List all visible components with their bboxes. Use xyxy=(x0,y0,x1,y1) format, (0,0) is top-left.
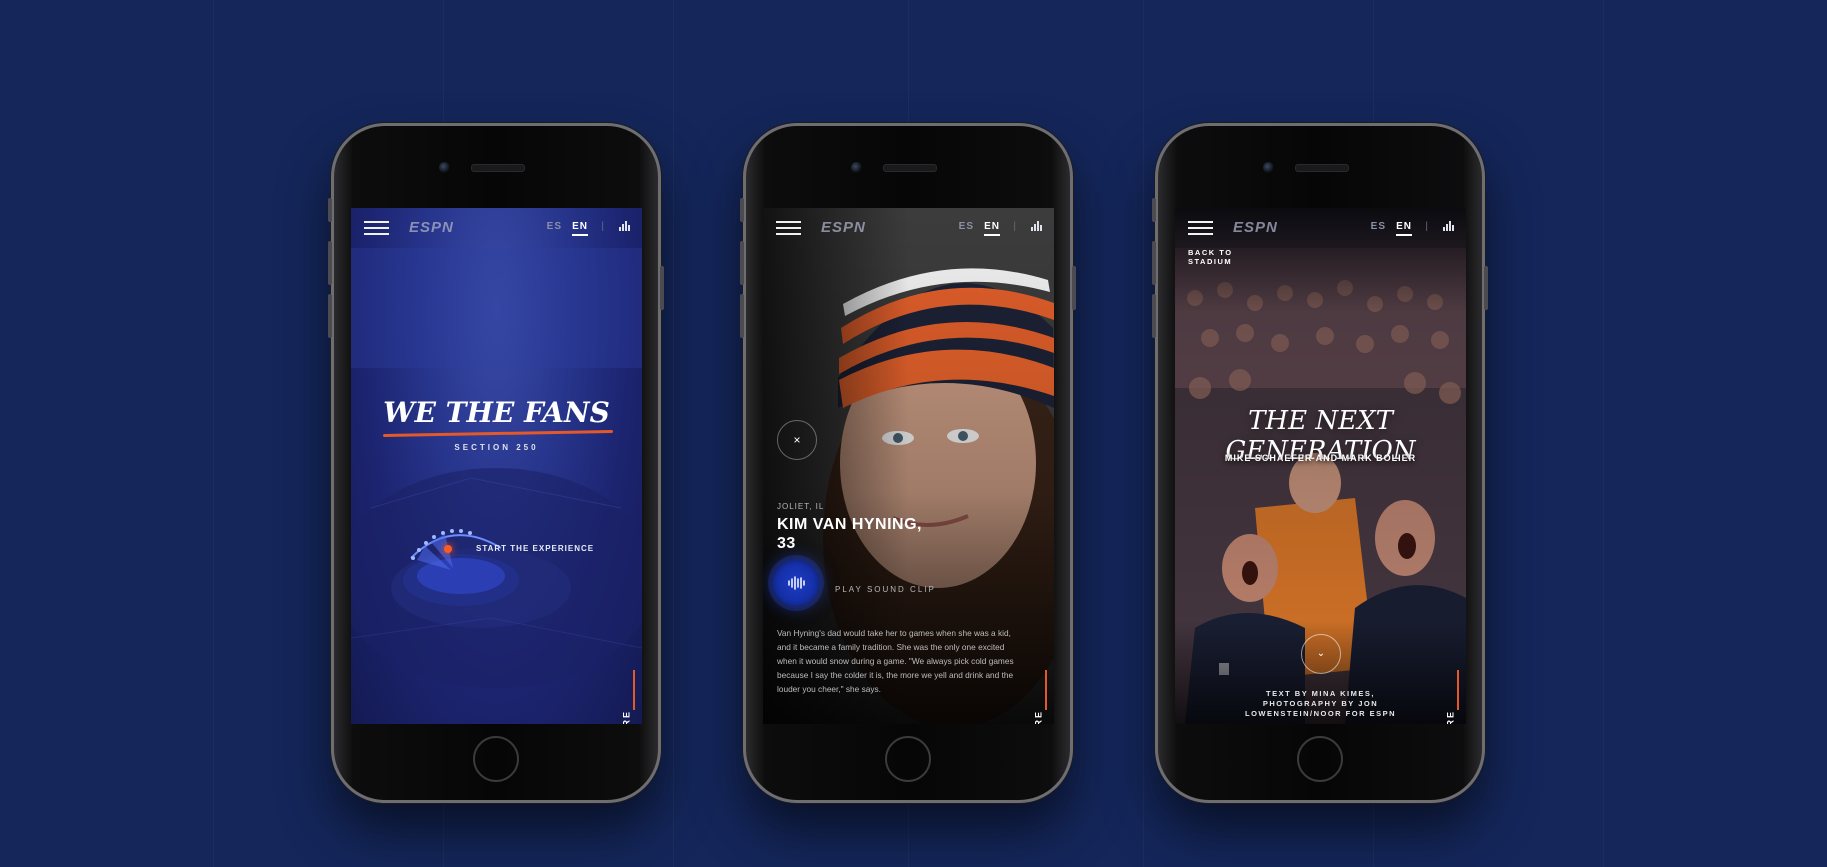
volume-down-button xyxy=(1152,294,1156,338)
menu-icon[interactable] xyxy=(776,221,801,235)
lang-es-link[interactable]: ES xyxy=(547,221,562,232)
page-title: WE THE FANS xyxy=(383,396,610,429)
share-accent-bar xyxy=(1045,670,1047,710)
lang-en-link[interactable]: EN xyxy=(1396,221,1412,236)
home-button xyxy=(1297,736,1343,782)
audio-bars-icon[interactable] xyxy=(1031,221,1043,231)
power-button xyxy=(660,266,664,310)
share-button[interactable]: SHARE xyxy=(1446,710,1456,724)
share-accent-bar xyxy=(1457,670,1459,710)
play-sound-label[interactable]: PLAY SOUND CLIP xyxy=(835,585,936,594)
bg-column-line xyxy=(1603,0,1604,867)
top-nav: ESPN ES EN | xyxy=(763,208,1054,250)
lang-separator: | xyxy=(601,221,605,232)
home-button xyxy=(473,736,519,782)
earpiece-speaker xyxy=(1295,164,1349,172)
front-camera xyxy=(1263,162,1274,173)
lang-es-link[interactable]: ES xyxy=(1371,221,1386,232)
volume-up-button xyxy=(740,241,744,285)
earpiece-speaker xyxy=(471,164,525,172)
phone-mockup-profile: ESPN ES EN | × JOLIET, IL KIM VAN HYNING… xyxy=(740,123,1076,803)
share-button[interactable]: SHARE xyxy=(622,710,632,724)
start-experience-button[interactable]: START THE EXPERIENCE xyxy=(476,544,594,553)
top-nav: ESPN ES EN | xyxy=(1175,208,1466,250)
front-camera xyxy=(439,162,450,173)
audio-bars-icon[interactable] xyxy=(619,221,631,231)
front-camera xyxy=(851,162,862,173)
section-label: SECTION 250 xyxy=(454,443,539,452)
espn-logo: ESPN xyxy=(409,219,454,236)
back-to-stadium-link[interactable]: BACK TO STADIUM xyxy=(1188,248,1238,266)
espn-logo: ESPN xyxy=(1233,219,1278,236)
start-marker-dot[interactable] xyxy=(444,545,452,553)
fan-name: KIM VAN HYNING, 33 xyxy=(777,516,922,552)
volume-up-button xyxy=(1152,241,1156,285)
waveform-icon xyxy=(788,576,805,590)
phone-mockup-intro: ESPN ES EN | WE THE FANS SECTION 250 STA… xyxy=(328,123,664,803)
stadium-backdrop xyxy=(351,248,642,688)
mute-switch xyxy=(740,198,744,222)
lang-en-link[interactable]: EN xyxy=(984,221,1000,236)
volume-up-button xyxy=(328,241,332,285)
bg-column-line xyxy=(673,0,674,867)
volume-down-button xyxy=(328,294,332,338)
story-subjects: MIKE SCHAEFER AND MARK BOLIER xyxy=(1224,453,1417,463)
screen-intro: ESPN ES EN | WE THE FANS SECTION 250 STA… xyxy=(351,208,642,724)
stadium-icon xyxy=(403,529,519,606)
share-button[interactable]: SHARE xyxy=(1034,710,1044,724)
lang-separator: | xyxy=(1425,221,1429,232)
mute-switch xyxy=(328,198,332,222)
power-button xyxy=(1072,266,1076,310)
power-button xyxy=(1484,266,1488,310)
fan-story-text: Van Hyning's dad would take her to games… xyxy=(777,628,1014,694)
bg-column-line xyxy=(1143,0,1144,867)
lang-separator: | xyxy=(1013,221,1017,232)
espn-logo: ESPN xyxy=(821,219,866,236)
top-nav: ESPN ES EN | xyxy=(351,208,642,250)
phone-mockup-story: ESPN ES EN | BACK TO STADIUM THE NEXT GE… xyxy=(1152,123,1488,803)
close-button[interactable]: × xyxy=(777,420,817,460)
share-accent-bar xyxy=(633,670,635,710)
audio-bars-icon[interactable] xyxy=(1443,221,1455,231)
menu-icon[interactable] xyxy=(364,221,389,235)
bg-column-line xyxy=(213,0,214,867)
fan-location: JOLIET, IL xyxy=(777,502,825,511)
mute-switch xyxy=(1152,198,1156,222)
home-button xyxy=(885,736,931,782)
screen-story: ESPN ES EN | BACK TO STADIUM THE NEXT GE… xyxy=(1175,208,1466,724)
scroll-down-button[interactable]: ⌄ xyxy=(1301,634,1341,674)
story-credit: TEXT BY MINA KIMES, PHOTOGRAPHY BY JON L… xyxy=(1245,689,1397,718)
volume-down-button xyxy=(740,294,744,338)
screen-fan-profile: ESPN ES EN | × JOLIET, IL KIM VAN HYNING… xyxy=(763,208,1054,724)
lang-en-link[interactable]: EN xyxy=(572,221,588,236)
earpiece-speaker xyxy=(883,164,937,172)
play-sound-button[interactable] xyxy=(773,560,819,606)
lang-es-link[interactable]: ES xyxy=(959,221,974,232)
menu-icon[interactable] xyxy=(1188,221,1213,235)
